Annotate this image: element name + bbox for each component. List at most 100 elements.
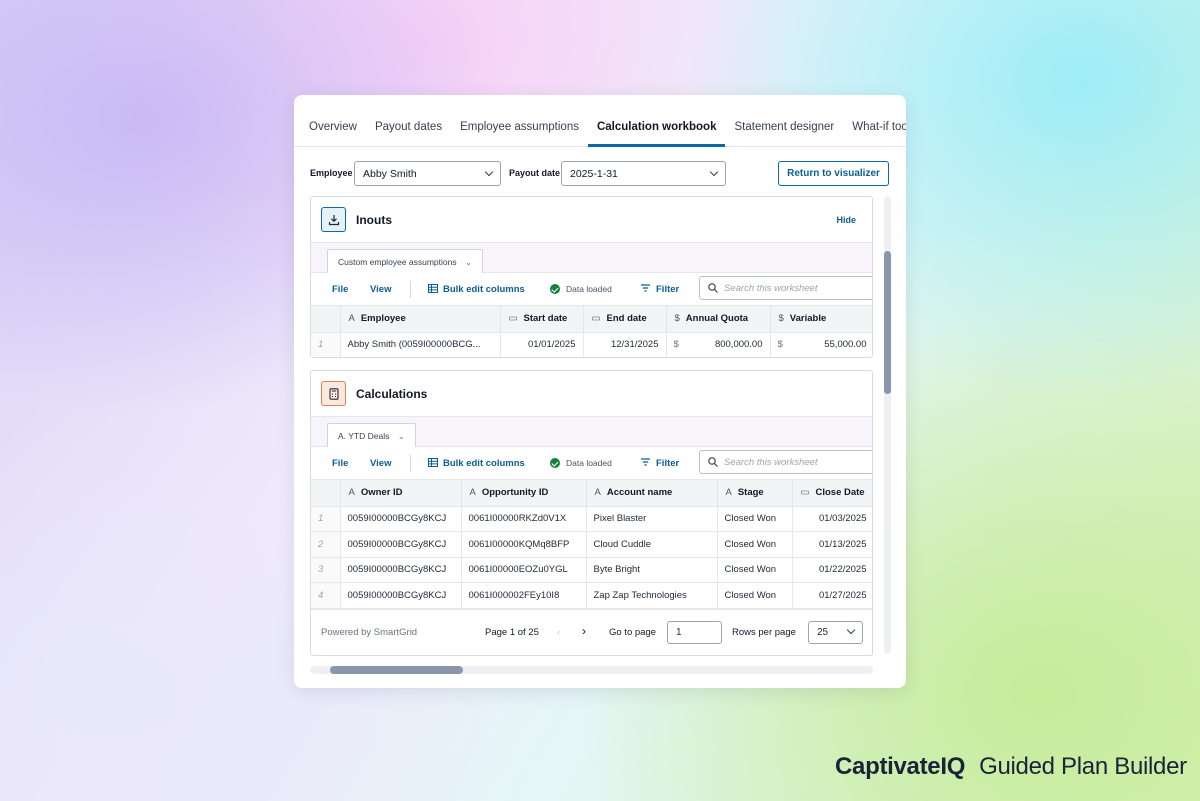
column-header[interactable]: ▭ End date bbox=[583, 306, 667, 333]
table-cell[interactable]: 01/13/2025 bbox=[792, 531, 872, 558]
employee-select[interactable]: Abby Smith bbox=[354, 161, 501, 186]
column-header[interactable]: ▭ Start date bbox=[500, 306, 584, 333]
app-window: Overview Payout dates Employee assumptio… bbox=[294, 95, 906, 688]
rows-per-page-select[interactable]: 25 bbox=[808, 620, 863, 644]
table-cell[interactable]: Cloud Cuddle bbox=[586, 531, 718, 558]
tab-employee-assumptions[interactable]: Employee assumptions bbox=[451, 121, 588, 146]
view-menu[interactable]: View bbox=[370, 458, 391, 469]
filter-icon bbox=[641, 458, 650, 466]
table-cell[interactable]: 0061I00000RKZd0V1X bbox=[461, 506, 587, 532]
table-cell[interactable]: Byte Bright bbox=[586, 557, 718, 583]
table-cell[interactable]: 0061I00000KQMq8BFP bbox=[461, 531, 587, 558]
column-header[interactable]: A Owner ID bbox=[340, 480, 462, 507]
employee-select-value: Abby Smith bbox=[363, 168, 417, 180]
table-cell[interactable]: Abby Smith (0059I00000BCG... bbox=[340, 332, 501, 357]
check-circle-icon bbox=[550, 458, 560, 468]
sheet-tab-label: Custom employee assumptions bbox=[338, 257, 457, 267]
column-header[interactable]: A Stage bbox=[717, 480, 793, 507]
chevron-left-icon[interactable]: ‹ bbox=[557, 627, 560, 638]
column-header[interactable]: $ Variable bbox=[770, 306, 872, 333]
table-cell[interactable]: Closed Won bbox=[717, 506, 793, 532]
text-icon: A bbox=[725, 487, 732, 499]
tab-overview[interactable]: Overview bbox=[300, 121, 366, 146]
table-cell[interactable]: 0059I00000BCGy8KCJ bbox=[340, 531, 462, 558]
view-menu[interactable]: View bbox=[370, 284, 391, 295]
search-placeholder: Search this worksheet bbox=[724, 457, 818, 468]
filter-button[interactable]: Filter bbox=[641, 284, 679, 295]
table-header-row: A Owner ID A Opportunity ID A Account name … bbox=[311, 480, 872, 507]
table-row: 1 Abby Smith (0059I00000BCG... 01/01/202… bbox=[311, 332, 872, 357]
row-index: 4 bbox=[311, 582, 341, 609]
payout-date-select-value: 2025-1-31 bbox=[570, 168, 618, 180]
inputs-table: A Employee ▭ Start date ▭ End date $ Annual … bbox=[311, 306, 872, 357]
search-input[interactable]: Search this worksheet bbox=[699, 450, 872, 474]
table-cell[interactable]: $800,000.00 bbox=[666, 332, 771, 357]
table-cell[interactable]: Closed Won bbox=[717, 531, 793, 558]
table-icon bbox=[428, 284, 438, 293]
workbook-scroll-area: Inouts Hide Custom employee assumptions … bbox=[310, 196, 873, 656]
column-header-label: Opportunity ID bbox=[481, 487, 549, 499]
filter-label: Filter bbox=[656, 284, 680, 295]
horizontal-scrollbar[interactable] bbox=[310, 666, 873, 674]
tab-calculation-workbook[interactable]: Calculation workbook bbox=[587, 121, 726, 147]
tab-what-if-tool[interactable]: What-if tool bbox=[843, 121, 906, 146]
table-cell[interactable]: 01/27/2025 bbox=[792, 582, 872, 609]
table-cell[interactable]: 12/31/2025 bbox=[583, 332, 667, 357]
table-cell[interactable]: $55,000.00 bbox=[770, 332, 872, 357]
calculations-section: Calculations A. YTD Deals ⌄ File View Bu… bbox=[310, 370, 873, 656]
chevron-down-icon: ⌄ bbox=[397, 431, 405, 441]
sheet-tab-ytd-deals[interactable]: A. YTD Deals ⌄ bbox=[327, 423, 416, 447]
table-cell[interactable]: 0059I00000BCGy8KCJ bbox=[340, 506, 462, 532]
file-menu[interactable]: File bbox=[332, 458, 348, 469]
page-indicator: Page 1 of 25 bbox=[485, 626, 539, 638]
chevron-right-icon[interactable]: › bbox=[582, 624, 586, 638]
table-cell[interactable]: 01/01/2025 bbox=[500, 332, 584, 357]
go-to-page-input[interactable]: 1 bbox=[667, 620, 722, 644]
table-cell[interactable]: Pixel Blaster bbox=[586, 506, 718, 532]
vertical-scrollbar[interactable] bbox=[884, 196, 891, 654]
tab-statement-designer[interactable]: Statement designer bbox=[725, 121, 843, 146]
row-index-header bbox=[311, 306, 341, 333]
hide-button[interactable]: Hide bbox=[836, 215, 856, 225]
column-header[interactable]: ▭ Close Date bbox=[792, 480, 872, 507]
table-header-row: A Employee ▭ Start date ▭ End date $ Annual … bbox=[311, 306, 872, 333]
payout-date-select[interactable]: 2025-1-31 bbox=[561, 161, 726, 186]
dollar-icon: $ bbox=[674, 313, 680, 325]
tab-payout-dates[interactable]: Payout dates bbox=[366, 121, 451, 146]
bulk-edit-columns-button[interactable]: Bulk edit columns bbox=[428, 458, 525, 469]
payout-date-label: Payout date bbox=[509, 168, 561, 178]
horizontal-scrollbar-thumb[interactable] bbox=[330, 666, 463, 674]
table-row: 1 0059I00000BCGy8KCJ 0061I00000RKZd0V1X … bbox=[311, 506, 872, 532]
data-loaded-status: Data loaded bbox=[550, 458, 612, 468]
table-cell[interactable]: 0059I00000BCGy8KCJ bbox=[340, 557, 462, 583]
return-to-visualizer-button[interactable]: Return to visualizer bbox=[778, 161, 889, 186]
data-loaded-status: Data loaded bbox=[550, 284, 612, 294]
vertical-scrollbar-thumb[interactable] bbox=[884, 251, 891, 394]
table-cell[interactable]: Closed Won bbox=[717, 557, 793, 583]
column-header[interactable]: A Opportunity ID bbox=[461, 480, 587, 507]
sheet-tab-label: A. YTD Deals bbox=[338, 431, 390, 441]
column-header[interactable]: A Account name bbox=[586, 480, 718, 507]
column-header[interactable]: $ Annual Quota bbox=[666, 306, 771, 333]
table-cell[interactable]: 01/03/2025 bbox=[792, 506, 872, 532]
file-menu[interactable]: File bbox=[332, 284, 348, 295]
filter-button[interactable]: Filter bbox=[641, 458, 679, 469]
inputs-sheet-tabs: Custom employee assumptions ⌄ bbox=[311, 243, 872, 273]
filter-bar: Employee Abby Smith Payout date 2025-1-3… bbox=[310, 161, 906, 186]
brand-lockup: CaptivateIQ Guided Plan Builder bbox=[835, 753, 1187, 781]
dollar-icon: $ bbox=[778, 313, 784, 325]
inputs-section-header: Inouts Hide bbox=[311, 197, 872, 243]
table-cell[interactable]: 0061I000002FEy10I8 bbox=[461, 582, 587, 609]
search-input[interactable]: Search this worksheet bbox=[699, 276, 872, 300]
table-cell[interactable]: 0061I00000EOZu0YGL bbox=[461, 557, 587, 583]
table-cell[interactable]: Zap Zap Technologies bbox=[586, 582, 718, 609]
search-icon bbox=[708, 283, 718, 293]
bulk-edit-columns-button[interactable]: Bulk edit columns bbox=[428, 284, 525, 295]
go-to-page-label: Go to page bbox=[609, 626, 657, 638]
calendar-icon: ▭ bbox=[508, 313, 518, 325]
sheet-tab-custom-employee-assumptions[interactable]: Custom employee assumptions ⌄ bbox=[327, 249, 484, 273]
table-cell[interactable]: 0059I00000BCGy8KCJ bbox=[340, 582, 462, 609]
table-cell[interactable]: Closed Won bbox=[717, 582, 793, 609]
table-cell[interactable]: 01/22/2025 bbox=[792, 557, 872, 583]
column-header[interactable]: A Employee bbox=[340, 306, 501, 333]
